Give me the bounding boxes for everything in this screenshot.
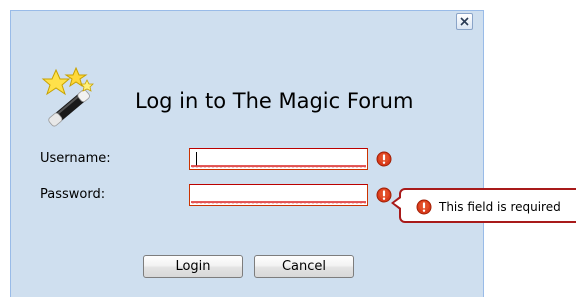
login-button[interactable]: Login — [143, 255, 243, 278]
password-label: Password: — [40, 187, 106, 202]
close-button[interactable] — [456, 13, 473, 30]
dialog-title: Log in to The Magic Forum — [135, 89, 414, 113]
password-input[interactable] — [189, 184, 368, 206]
tooltip-pointer-fill — [394, 198, 401, 208]
cancel-button[interactable]: Cancel — [254, 255, 354, 278]
tooltip-message: This field is required — [439, 200, 561, 214]
validation-tooltip: This field is required — [399, 188, 576, 223]
error-icon — [416, 199, 432, 215]
magic-wand-stars-icon — [41, 66, 94, 127]
username-error-icon[interactable] — [376, 151, 392, 167]
username-input[interactable] — [189, 148, 368, 170]
username-label: Username: — [40, 151, 111, 166]
invalid-underline — [191, 165, 366, 168]
password-error-icon[interactable] — [376, 187, 392, 203]
close-icon — [460, 17, 469, 26]
text-caret — [196, 152, 197, 166]
invalid-underline — [191, 201, 366, 204]
